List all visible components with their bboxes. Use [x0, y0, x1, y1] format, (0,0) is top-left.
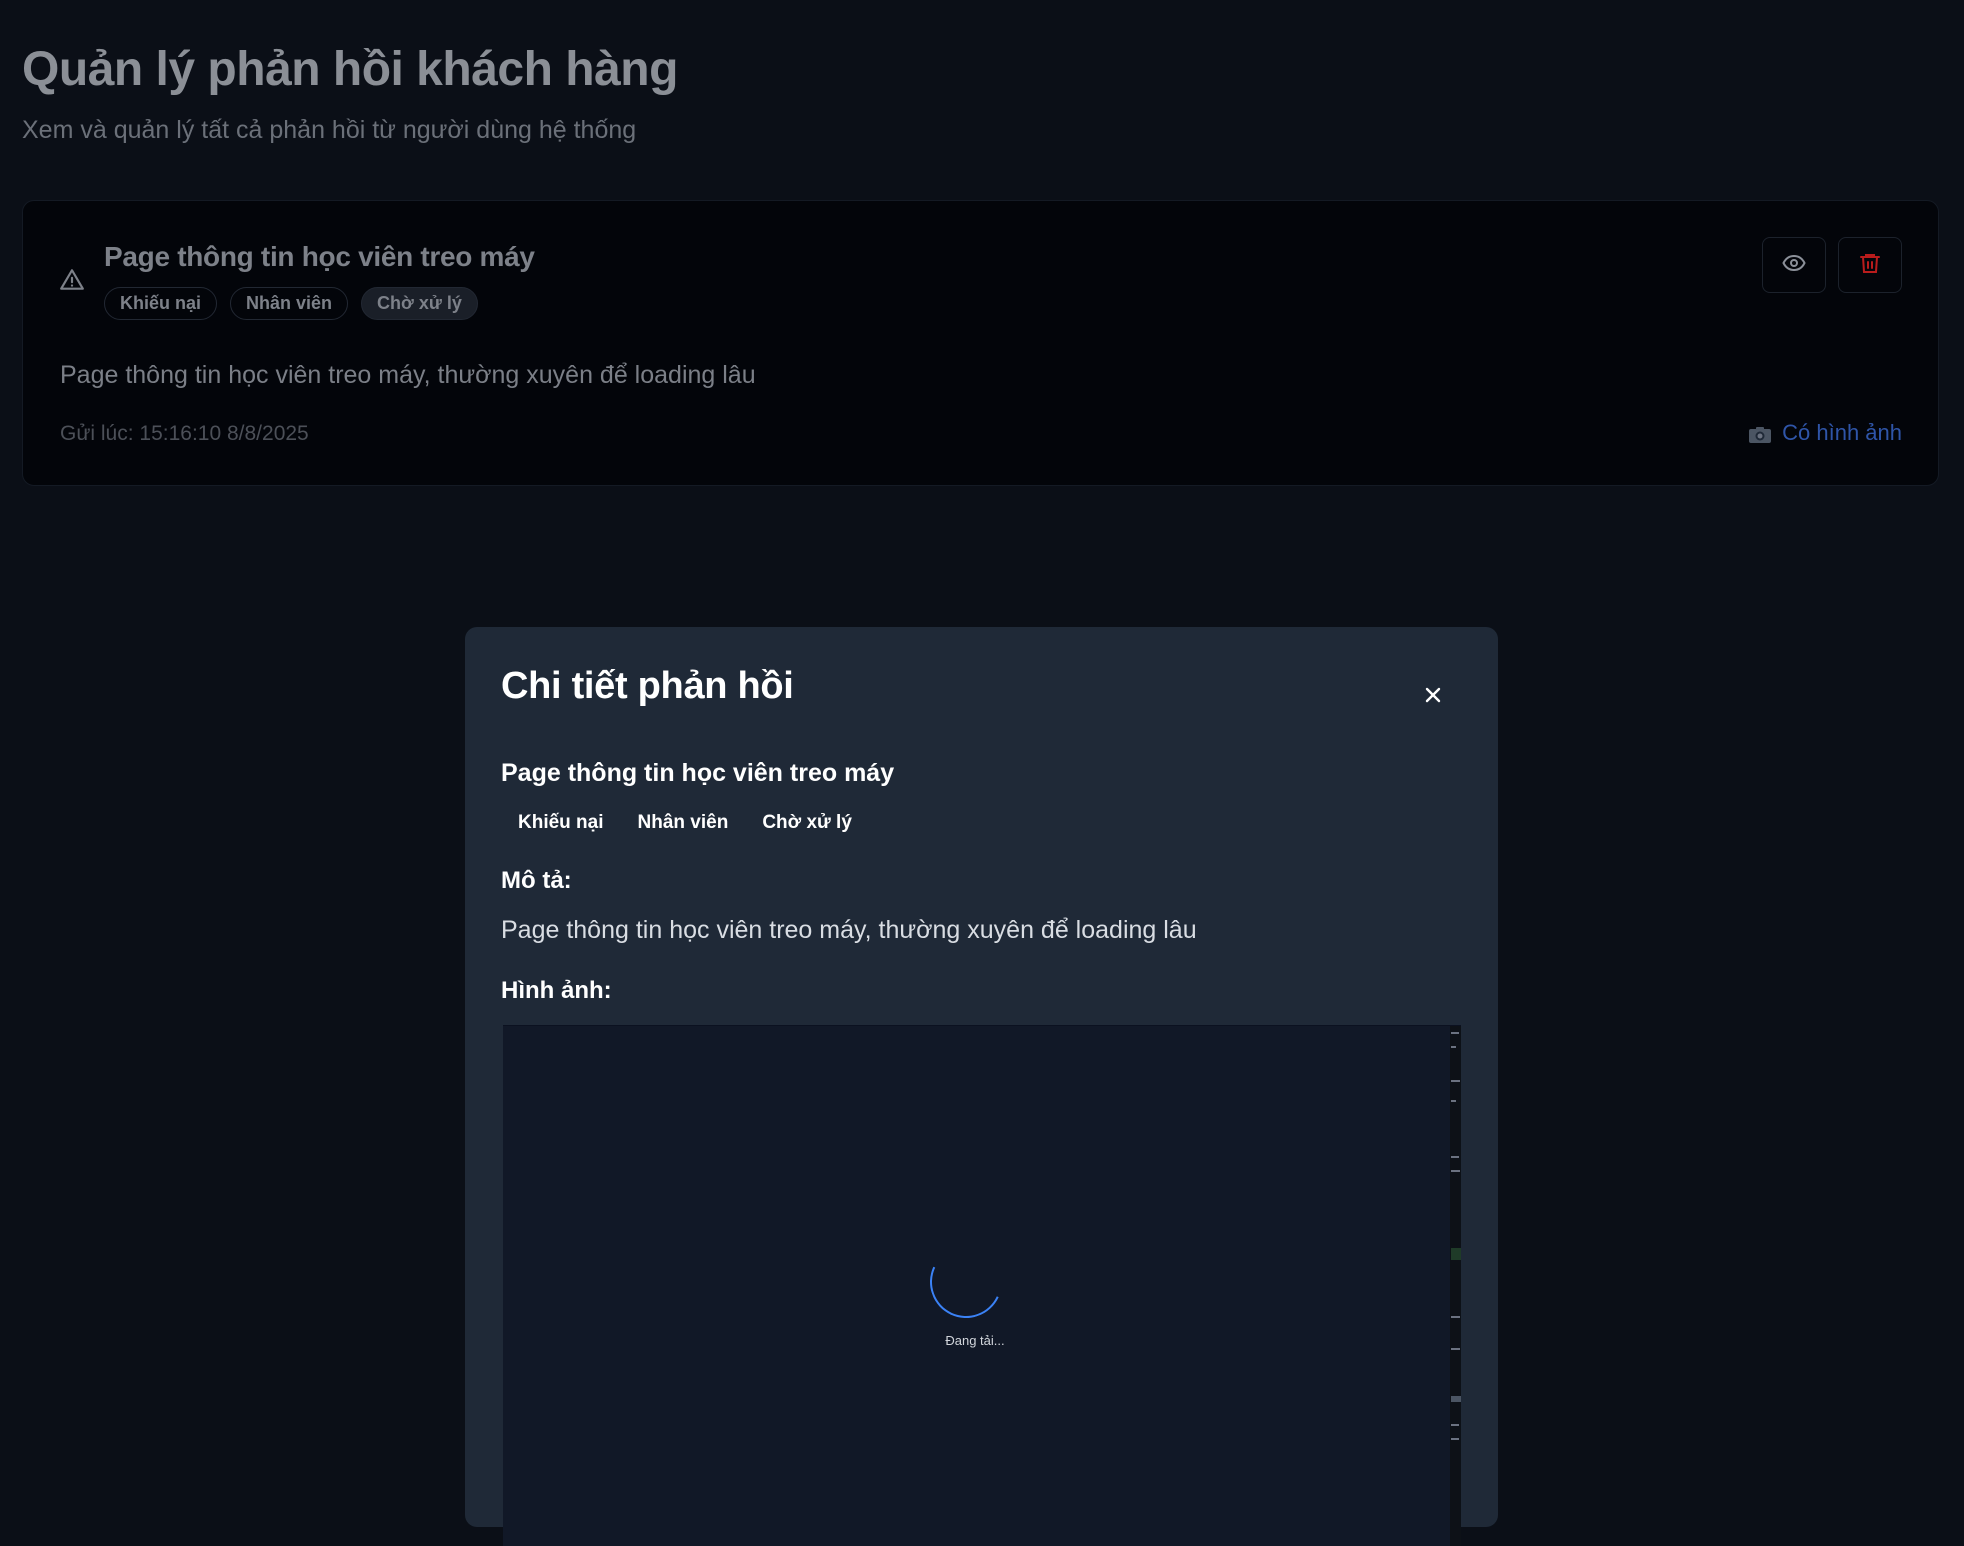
- page-subtitle: Xem và quản lý tất cả phản hồi từ người …: [22, 116, 637, 144]
- eye-icon: [1782, 251, 1806, 280]
- loading-spinner: [919, 1235, 1013, 1329]
- tag-role: Nhân viên: [230, 287, 349, 320]
- feedback-card-title: Page thông tin học viên treo máy: [104, 241, 535, 272]
- page-title: Quản lý phản hồi khách hàng: [22, 43, 678, 96]
- feedback-detail-modal: Chi tiết phản hồi Page thông tin học viê…: [465, 627, 1498, 1546]
- description-label: Mô tả:: [501, 867, 572, 894]
- feedback-card[interactable]: Page thông tin học viên treo máy Khiếu n…: [22, 200, 1939, 486]
- close-icon: [1421, 687, 1445, 711]
- modal-description: Page thông tin học viên treo máy, thường…: [501, 916, 1197, 944]
- has-image-link[interactable]: Có hình ảnh: [1748, 420, 1902, 446]
- tag-type: Khiếu nại: [104, 287, 218, 320]
- trash-icon: [1858, 251, 1882, 280]
- tag-status: Chờ xử lý: [361, 287, 478, 320]
- feedback-card-actions: [1762, 237, 1902, 293]
- has-image-label: Có hình ảnh: [1782, 420, 1902, 445]
- feedback-card-timestamp: Gửi lúc: 15:16:10 8/8/2025: [60, 422, 309, 445]
- modal-tag-type: Khiếu nại: [518, 812, 604, 833]
- image-preview-strip: [1450, 1026, 1461, 1546]
- feedback-image-viewer[interactable]: Đang tải...: [503, 1025, 1461, 1546]
- modal-tag-role: Nhân viên: [637, 812, 729, 833]
- modal-feedback-title: Page thông tin học viên treo máy: [501, 759, 895, 787]
- camera-icon: [1748, 424, 1772, 443]
- loading-text: Đang tải...: [945, 1333, 1005, 1348]
- warning-triangle-icon: [59, 267, 85, 293]
- delete-button[interactable]: [1838, 237, 1902, 293]
- modal-title: Chi tiết phản hồi: [501, 665, 794, 707]
- image-label: Hình ảnh:: [501, 977, 612, 1004]
- feedback-management-page: Quản lý phản hồi khách hàng Xem và quản …: [0, 0, 1964, 1546]
- feedback-card-tags: Khiếu nại Nhân viên Chờ xử lý: [104, 287, 478, 320]
- view-button[interactable]: [1762, 237, 1826, 293]
- close-button[interactable]: [1421, 683, 1445, 707]
- modal-tags: Khiếu nại Nhân viên Chờ xử lý: [501, 807, 869, 839]
- feedback-card-description: Page thông tin học viên treo máy, thường…: [60, 361, 756, 389]
- modal-tag-status: Chờ xử lý: [762, 812, 852, 833]
